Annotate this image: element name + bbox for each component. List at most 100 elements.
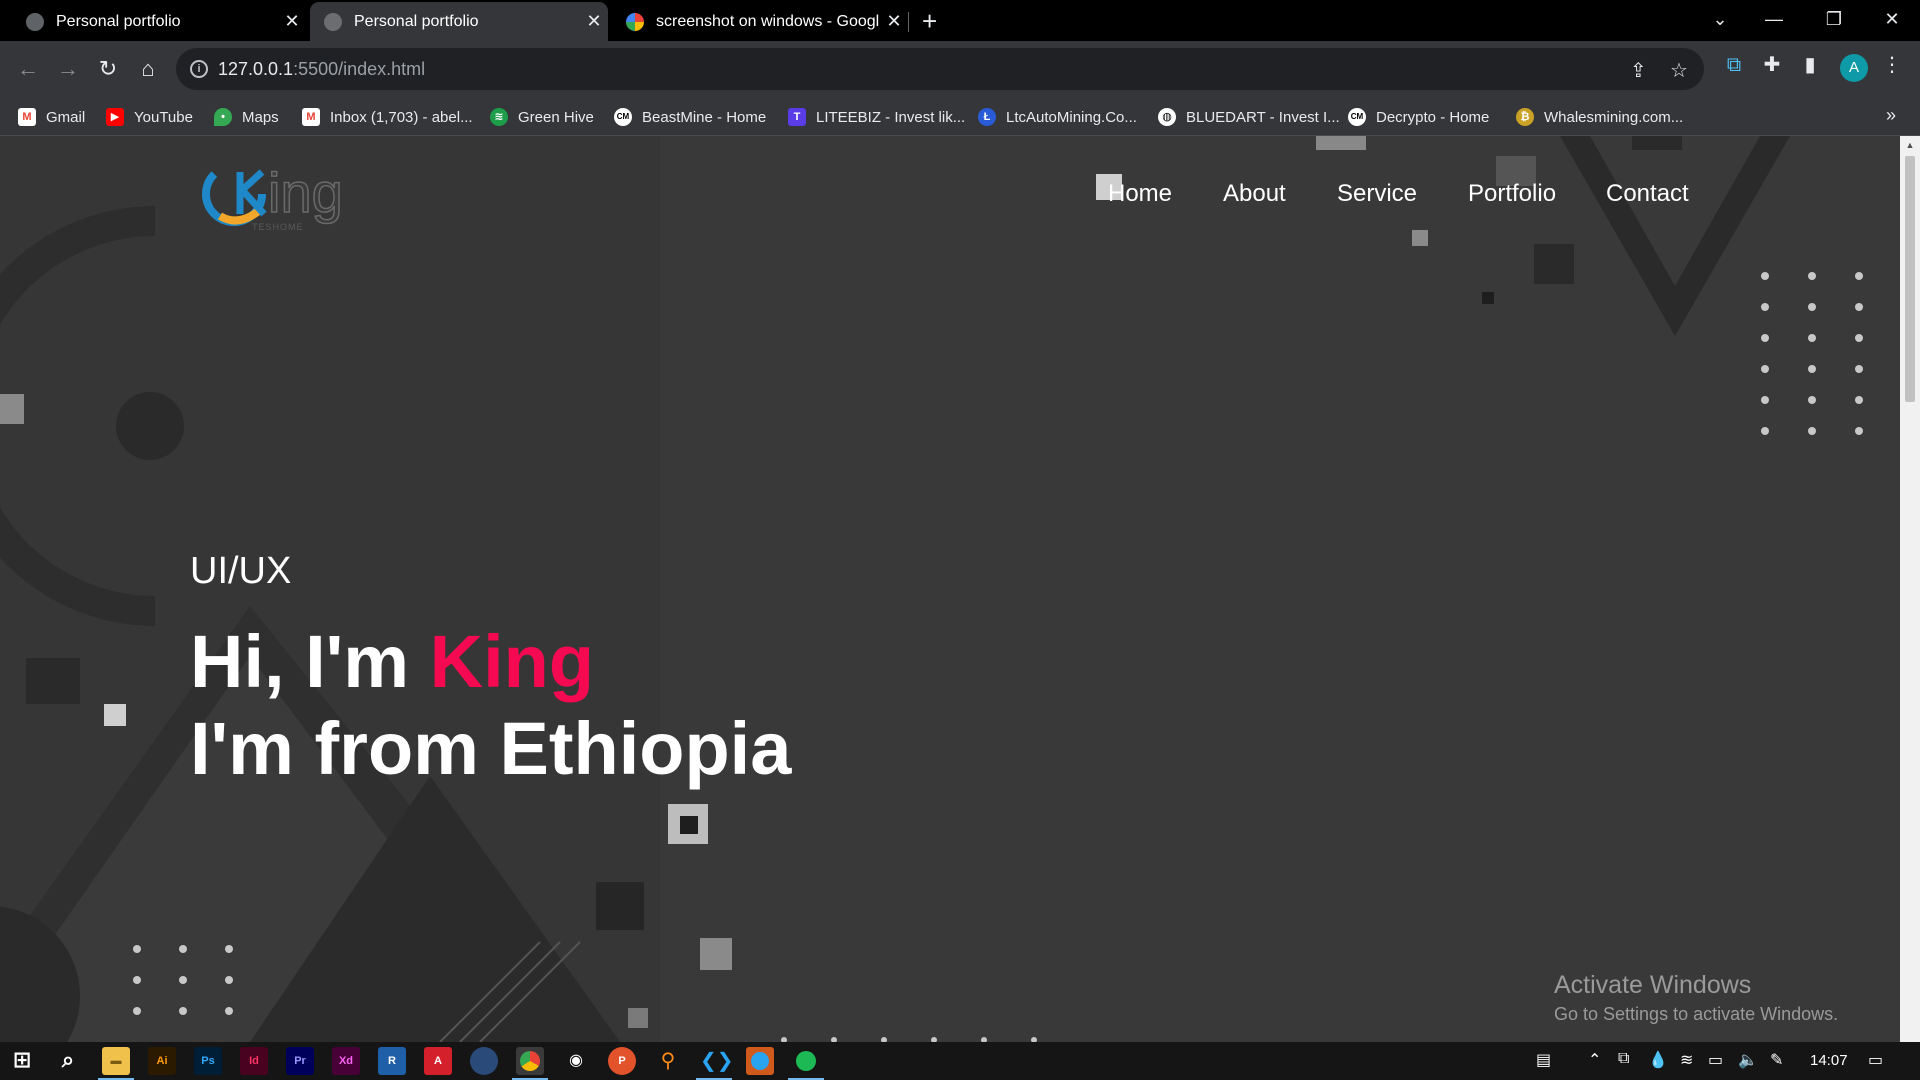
spotify-icon[interactable]	[792, 1047, 820, 1075]
indesign-icon[interactable]: Id	[240, 1047, 268, 1075]
tab-title: Personal portfolio	[354, 12, 479, 30]
side-panel-icon[interactable]: ▮	[1798, 53, 1822, 77]
menu-kebab-icon[interactable]: ⋮	[1880, 53, 1904, 77]
show-hidden-icons-icon[interactable]: ⌃	[1588, 1050, 1601, 1070]
restore-button[interactable]: ❐	[1806, 0, 1862, 41]
app-p-icon[interactable]: P	[608, 1047, 636, 1075]
bookmark-ltcautomining[interactable]: Ł LtcAutoMining.Co...	[978, 99, 1137, 135]
extension-icon[interactable]: ⧉	[1722, 53, 1746, 77]
hero-name: King	[429, 620, 595, 703]
tab-title: Personal portfolio	[56, 12, 181, 30]
windows-taskbar: ⊞ ⌕ ▬ Ai Ps Id Pr Xd R A ◉ P ⚲ ❮❯ ▤ ⌃ ⧉ …	[0, 1042, 1920, 1080]
tab-personal-portfolio-1[interactable]: Personal portfolio ✕	[0, 2, 306, 41]
watermark-subtitle: Go to Settings to activate Windows.	[1554, 1004, 1839, 1024]
activate-windows-watermark: Activate Windows Go to Settings to activ…	[1554, 971, 1838, 1025]
portfolio-page: ing TESHOME Home About Service Portfolio…	[0, 136, 1900, 1042]
hero-subtitle: UI/UX	[190, 550, 292, 592]
globe-icon	[26, 12, 44, 31]
tab-google-search[interactable]: screenshot on windows - Google ✕	[612, 2, 909, 41]
nav-portfolio[interactable]: Portfolio	[1468, 180, 1556, 208]
bookmark-inbox[interactable]: M Inbox (1,703) - abel...	[302, 99, 473, 135]
logo-text: ing	[267, 160, 343, 225]
nav-home[interactable]: Home	[1108, 180, 1172, 208]
app-icon[interactable]	[470, 1047, 498, 1075]
gmail-icon: M	[302, 108, 320, 126]
pen-icon[interactable]: ✎	[1770, 1050, 1783, 1070]
bookmark-star-icon[interactable]: ☆	[1670, 58, 1688, 83]
volume-icon[interactable]: 🔈	[1738, 1050, 1758, 1070]
close-tab-icon[interactable]: ✕	[580, 11, 608, 32]
notification-icon[interactable]: ▭	[1868, 1050, 1883, 1070]
bookmark-youtube[interactable]: ▶ YouTube	[106, 99, 193, 135]
tray-app-icon[interactable]: ⧉	[1618, 1050, 1629, 1068]
illustrator-icon[interactable]: Ai	[148, 1047, 176, 1075]
bookmark-decrypto[interactable]: CM Decrypto - Home	[1348, 99, 1489, 135]
bookmark-whalesmining[interactable]: ₿ Whalesmining.com...	[1516, 99, 1683, 135]
battery-icon[interactable]: ▭	[1708, 1050, 1723, 1070]
bookmark-gmail[interactable]: M Gmail	[18, 99, 85, 135]
nav-about[interactable]: About	[1223, 180, 1286, 208]
search-icon[interactable]: ⌕	[54, 1047, 82, 1075]
globe-icon	[324, 12, 342, 31]
bookmark-bluedart[interactable]: ◍ BLUEDART - Invest I...	[1158, 99, 1340, 135]
page-scrollbar[interactable]: ▲	[1900, 136, 1920, 1042]
drop-icon[interactable]: 💧	[1648, 1050, 1668, 1070]
new-tab-button[interactable]: +	[922, 6, 937, 37]
hero-heading-line2: I'm from Ethiopia	[190, 707, 792, 790]
address-bar[interactable]: i 127.0.0.1:5500/index.html ⇪ ☆	[176, 48, 1704, 90]
revit-icon[interactable]: R	[378, 1047, 406, 1075]
gmail-icon: M	[18, 108, 36, 126]
xd-icon[interactable]: Xd	[332, 1047, 360, 1075]
tab-title: screenshot on windows - Google	[656, 12, 880, 30]
windows-start-icon[interactable]: ⊞	[8, 1047, 36, 1075]
scroll-up-arrow-icon[interactable]: ▲	[1905, 140, 1915, 150]
file-explorer-icon[interactable]: ▬	[102, 1047, 130, 1075]
scrollbar-thumb[interactable]	[1905, 156, 1915, 402]
back-icon[interactable]: ←	[12, 53, 44, 85]
photoshop-icon[interactable]: Ps	[194, 1047, 222, 1075]
close-tab-icon[interactable]: ✕	[278, 11, 306, 32]
liteebiz-icon: T	[788, 108, 806, 126]
more-bookmarks-icon[interactable]: »	[1886, 105, 1896, 126]
site-info-icon[interactable]: i	[190, 60, 208, 78]
autocad-icon[interactable]: A	[424, 1047, 452, 1075]
bookmark-beastmine[interactable]: CM BeastMine - Home	[614, 99, 766, 135]
bookmark-liteebiz[interactable]: T LITEEBIZ - Invest lik...	[788, 99, 965, 135]
search-everything-icon[interactable]: ⚲	[654, 1047, 682, 1075]
vscode-icon[interactable]: ❮❯	[700, 1047, 734, 1075]
close-tab-icon[interactable]: ✕	[880, 11, 908, 32]
google-icon	[626, 12, 644, 31]
watermark-title: Activate Windows	[1554, 971, 1752, 999]
clock[interactable]: 14:07	[1810, 1052, 1848, 1069]
site-logo[interactable]: ing TESHOME	[200, 156, 360, 236]
logo-subtext: TESHOME	[252, 222, 304, 232]
nav-service[interactable]: Service	[1337, 180, 1417, 208]
reload-icon[interactable]: ↻	[92, 53, 124, 85]
tab-search-icon[interactable]: ⌄	[1692, 0, 1748, 41]
url-text: 127.0.0.1:5500/index.html	[218, 59, 426, 79]
telegram-icon[interactable]	[746, 1047, 774, 1075]
news-widget-icon[interactable]: ▤	[1536, 1050, 1551, 1070]
forward-icon[interactable]: →	[52, 53, 84, 85]
share-icon[interactable]: ⇪	[1630, 58, 1647, 83]
home-icon[interactable]: ⌂	[132, 53, 164, 85]
bookmark-green-hive[interactable]: ≋ Green Hive	[490, 99, 594, 135]
chrome-icon[interactable]	[516, 1047, 544, 1075]
bookmark-maps[interactable]: • Maps	[214, 99, 279, 135]
cm-icon: CM	[614, 108, 632, 126]
premiere-icon[interactable]: Pr	[286, 1047, 314, 1075]
wifi-icon[interactable]: ≋	[1680, 1050, 1693, 1070]
media-player-icon[interactable]: ◉	[562, 1047, 590, 1075]
tab-personal-portfolio-2[interactable]: Personal portfolio ✕	[310, 2, 608, 41]
browser-tab-strip: Personal portfolio ✕ Personal portfolio …	[0, 0, 1920, 41]
extensions-puzzle-icon[interactable]: ✚	[1760, 53, 1784, 77]
browser-toolbar: ← → ↻ ⌂ i 127.0.0.1:5500/index.html ⇪ ☆ …	[0, 41, 1920, 99]
cm-icon: CM	[1348, 108, 1366, 126]
hero-heading-line1: Hi, I'm King	[190, 619, 594, 704]
profile-avatar[interactable]: A	[1840, 54, 1868, 82]
hero-greeting: Hi, I'm	[190, 620, 430, 703]
close-window-button[interactable]: ✕	[1864, 0, 1920, 41]
nav-contact[interactable]: Contact	[1606, 180, 1689, 208]
greenhive-icon: ≋	[490, 108, 508, 126]
minimize-button[interactable]: —	[1746, 0, 1802, 41]
